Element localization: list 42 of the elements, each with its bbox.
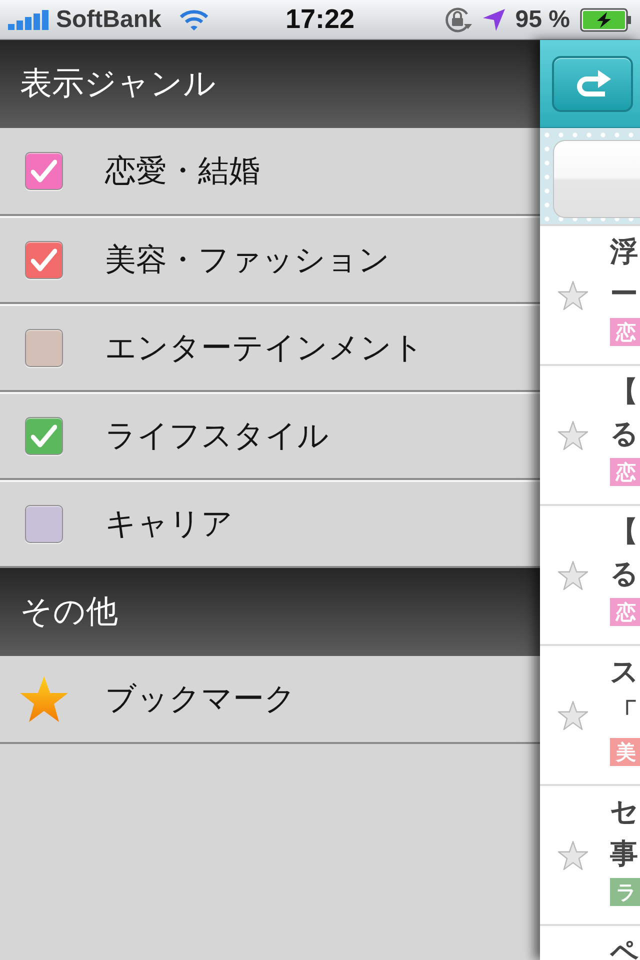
section-header: その他 bbox=[0, 568, 540, 656]
star-icon[interactable] bbox=[558, 420, 588, 450]
signal-bars-icon bbox=[8, 10, 50, 30]
article-title[interactable]: 【 る bbox=[610, 376, 640, 450]
article-title[interactable]: ペ bbox=[610, 936, 640, 960]
article-title[interactable]: 浮 ー bbox=[610, 236, 640, 310]
checkbox[interactable] bbox=[25, 241, 63, 279]
category-tag: 恋 bbox=[610, 598, 640, 626]
menu-label: ライフスタイル bbox=[105, 417, 329, 456]
rotation-lock-icon bbox=[443, 6, 474, 34]
checkmark-icon bbox=[31, 248, 57, 272]
menu-label: ブックマーク bbox=[105, 680, 296, 719]
category-tag: ラ bbox=[610, 878, 640, 906]
checkbox[interactable] bbox=[25, 417, 63, 455]
menu-label: 恋愛・結婚 bbox=[105, 152, 260, 191]
star-icon[interactable] bbox=[558, 840, 588, 870]
star-icon[interactable] bbox=[558, 560, 588, 590]
clock-time: 17:22 bbox=[285, 4, 355, 35]
article-title[interactable]: セ 事 bbox=[610, 796, 640, 870]
checkmark-icon bbox=[31, 159, 57, 183]
carrier-name: SoftBank bbox=[56, 6, 162, 34]
category-tag: 美 bbox=[610, 738, 640, 766]
category-tag: 恋 bbox=[610, 318, 640, 346]
location-arrow-icon bbox=[483, 8, 506, 30]
menu-label: エンターテインメント bbox=[105, 329, 424, 368]
article-title[interactable]: ス 「 bbox=[610, 656, 640, 730]
wifi-icon bbox=[179, 8, 210, 30]
checkbox[interactable] bbox=[25, 152, 63, 190]
checkbox[interactable] bbox=[25, 505, 63, 543]
redo-button[interactable] bbox=[552, 56, 633, 112]
battery-icon bbox=[580, 8, 632, 32]
section-header: 表示ジャンル bbox=[0, 40, 540, 128]
menu-label: 美容・ファッション bbox=[105, 241, 390, 280]
star-icon[interactable] bbox=[558, 280, 588, 310]
checkbox[interactable] bbox=[25, 329, 63, 367]
menu-label: キャリア bbox=[105, 505, 233, 544]
star-icon bbox=[19, 675, 69, 723]
article-title[interactable]: 【 る bbox=[610, 516, 640, 590]
category-tag: 恋 bbox=[610, 458, 640, 486]
star-icon[interactable] bbox=[558, 700, 588, 730]
battery-percent: 95 % bbox=[515, 6, 570, 34]
checkmark-icon bbox=[31, 424, 57, 448]
